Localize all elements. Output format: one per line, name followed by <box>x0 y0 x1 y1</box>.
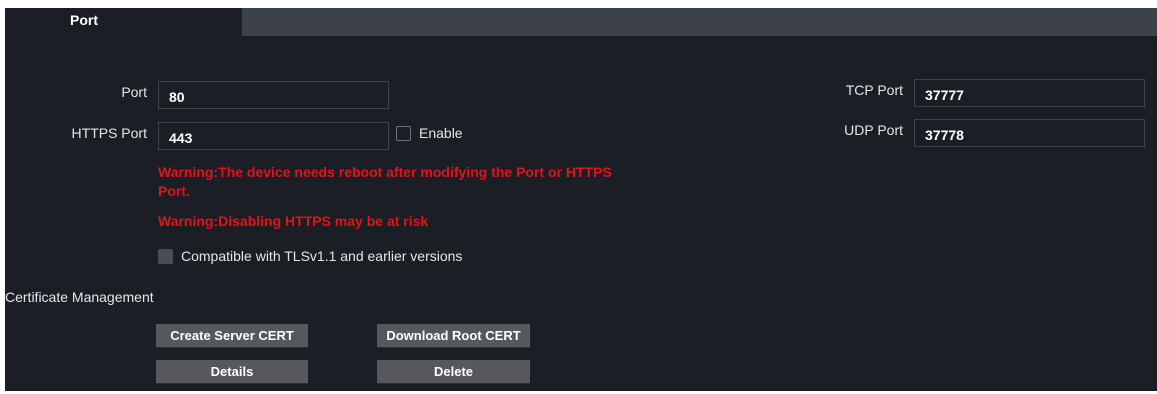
https-risk-warning: Warning:Disabling HTTPS may be at risk <box>158 213 429 229</box>
reboot-warning-line1: Warning:The device needs reboot after mo… <box>158 164 612 180</box>
https-port-input[interactable] <box>158 122 389 150</box>
port-input[interactable] <box>158 81 389 109</box>
reboot-warning-line2: Port. <box>158 183 190 199</box>
download-root-cert-button[interactable]: Download Root CERT <box>377 324 530 348</box>
tab-port-label: Port <box>70 12 98 28</box>
create-server-cert-button[interactable]: Create Server CERT <box>156 324 308 348</box>
port-label: Port <box>121 84 147 100</box>
https-port-label: HTTPS Port <box>71 125 147 141</box>
delete-button[interactable]: Delete <box>377 360 530 384</box>
tls-compat-label: Compatible with TLSv1.1 and earlier vers… <box>181 248 463 264</box>
tab-bar: Port <box>5 8 1157 36</box>
https-enable-checkbox[interactable] <box>396 126 411 141</box>
reboot-warning: Warning:The device needs reboot after mo… <box>158 163 612 201</box>
udp-port-input[interactable] <box>914 119 1145 147</box>
udp-port-label: UDP Port <box>844 122 903 138</box>
tcp-port-label: TCP Port <box>845 82 903 98</box>
certificate-management-heading: Certificate Management <box>5 289 154 305</box>
details-button[interactable]: Details <box>156 360 308 384</box>
tls-compat-checkbox[interactable] <box>158 249 173 264</box>
tab-port[interactable]: Port <box>5 8 242 36</box>
https-enable-label: Enable <box>419 125 463 141</box>
tcp-port-input[interactable] <box>914 79 1145 107</box>
port-settings-panel: Port Port HTTPS Port Enable Warning:The … <box>5 8 1157 391</box>
